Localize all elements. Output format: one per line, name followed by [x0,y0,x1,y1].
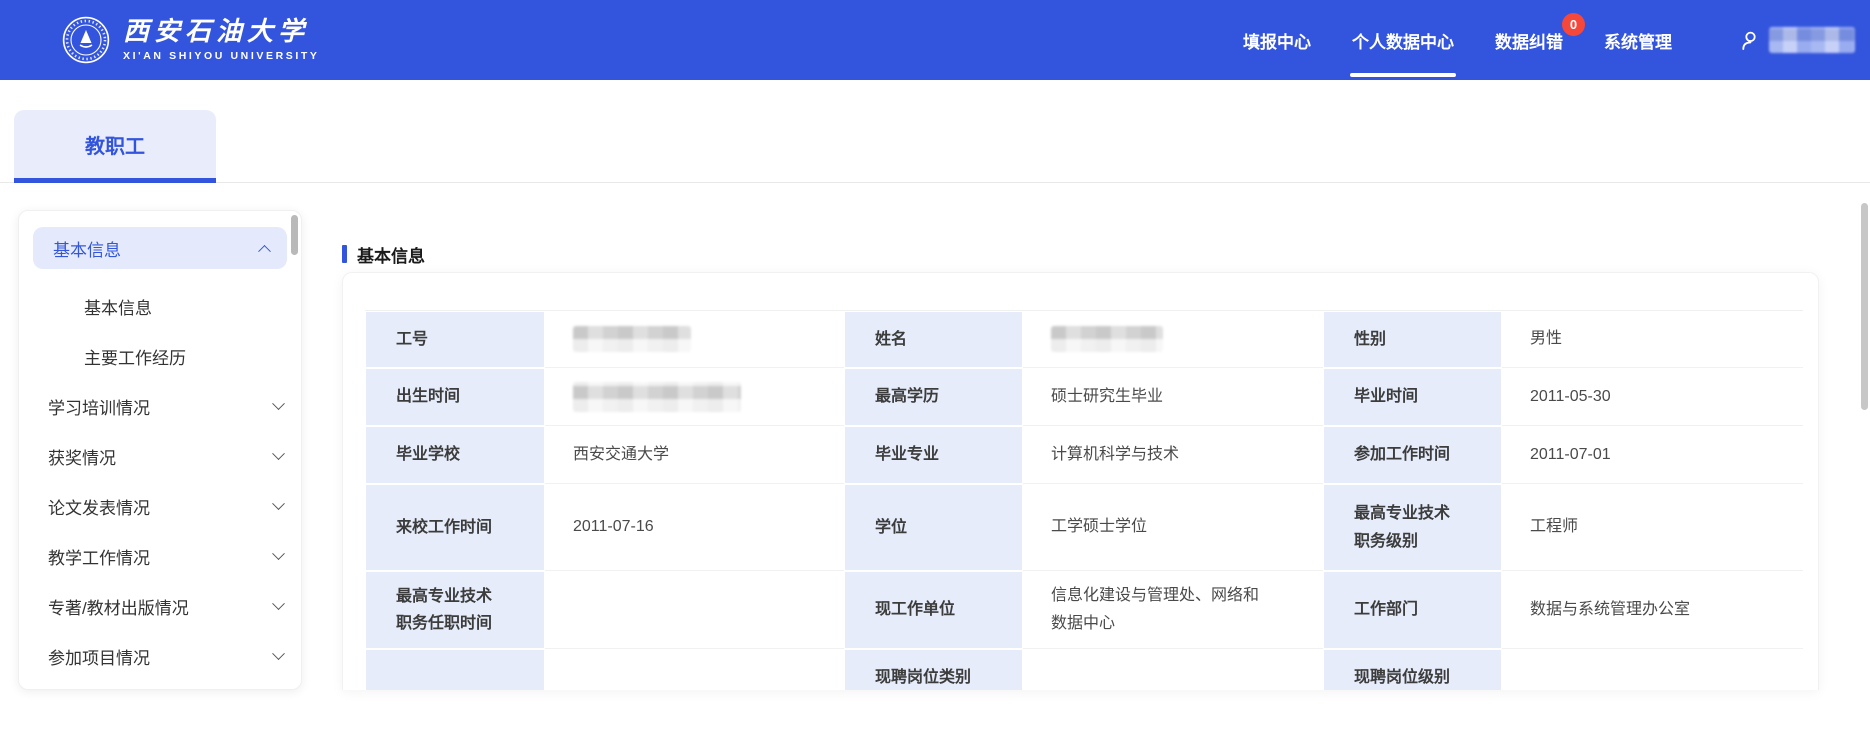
table-label-cell: 学位 [844,484,1023,571]
table-row: 现聘岗位类别 现聘岗位级别 [365,649,1803,690]
chevron-down-icon [272,647,285,660]
table-label-cell: 最高学历 [844,368,1023,426]
sidebar-item-work-history[interactable]: 主要工作经历 [19,331,301,381]
table-label-cell: 现聘岗位类别 [844,649,1023,690]
sidebar-group-awards[interactable]: 获奖情况 [19,431,301,481]
table-label-cell: 出生时间 [365,368,545,426]
tab-strip: 教职工 [0,80,1870,183]
name-blurred [1051,326,1163,352]
section-title-text: 基本信息 [357,242,425,267]
birth-date-blurred [573,382,741,412]
chevron-down-icon [272,497,285,510]
sidebar-item-basic-info[interactable]: 基本信息 [19,281,301,331]
table-value-cell [545,571,844,649]
tab-faculty-staff[interactable]: 教职工 [14,110,216,183]
university-logo: 西安石油大学 XI'AN SHIYOU UNIVERSITY [62,16,319,64]
table-value-cell [1502,649,1803,690]
table-label-cell: 现聘岗位级别 [1323,649,1502,690]
table-label-cell: 毕业时间 [1323,368,1502,426]
university-name: 西安石油大学 [123,19,319,45]
table-label-cell: 性别 [1323,311,1502,368]
sidebar-menu: 基本信息 基本信息 主要工作经历 学习培训情况 获奖情况 论文发表情况 教学工作… [18,210,302,690]
chevron-up-icon [258,244,271,257]
table-label-cell [365,649,545,690]
chevron-down-icon [272,397,285,410]
table-label-cell: 现工作单位 [844,571,1023,649]
table-value-cell: 2011-05-30 [1502,368,1803,426]
content-area: 基本信息 基本信息 主要工作经历 学习培训情况 获奖情况 论文发表情况 教学工作… [0,183,1870,690]
basic-info-card: 工号 姓名 性别 男性 出生时间 最高学历 [342,272,1819,690]
table-label-cell: 姓名 [844,311,1023,368]
table-value-cell: 工程师 [1502,484,1803,571]
table-label-cell: 来校工作时间 [365,484,545,571]
sidebar-group-basic-info[interactable]: 基本信息 [33,227,287,269]
sidebar-group-projects[interactable]: 参加项目情况 [19,631,301,681]
sidebar-group-teaching[interactable]: 教学工作情况 [19,531,301,581]
person-icon [1739,29,1762,52]
table-value-cell: 计算机科学与技术 [1023,426,1323,484]
table-label-cell: 参加工作时间 [1323,426,1502,484]
table-label-cell: 毕业学校 [365,426,545,484]
table-label-cell: 工作部门 [1323,571,1502,649]
sidebar-group-training[interactable]: 学习培训情况 [19,381,301,431]
table-label-cell: 工号 [365,311,545,368]
table-value-cell: 信息化建设与管理处、网络和 数据中心 [1023,571,1323,649]
main-panel: 基本信息 工号 姓名 性别 男性 出生时间 [342,210,1819,690]
table-label-cell: 最高专业技术 职务任职时间 [365,571,545,649]
nav-item-personal-data-center[interactable]: 个人数据中心 [1352,0,1454,80]
table-row: 工号 姓名 性别 男性 [365,311,1803,368]
nav-item-data-correction[interactable]: 数据纠错 0 [1495,0,1563,80]
notification-badge: 0 [1562,13,1585,36]
nav-item-system-management[interactable]: 系统管理 [1604,0,1672,80]
table-value-cell [1023,311,1323,368]
table-row: 毕业学校 西安交通大学 毕业专业 计算机科学与技术 参加工作时间 2011-07… [365,426,1803,484]
table-value-cell: 西安交通大学 [545,426,844,484]
university-name-en: XI'AN SHIYOU UNIVERSITY [123,50,319,62]
table-row: 最高专业技术 职务任职时间 现工作单位 信息化建设与管理处、网络和 数据中心 工… [365,571,1803,649]
sidebar-group-publications[interactable]: 专著/教材出版情况 [19,581,301,631]
table-label-cell: 毕业专业 [844,426,1023,484]
page-scrollbar[interactable] [1861,203,1868,410]
chevron-down-icon [272,447,285,460]
table-value-cell: 硕士研究生毕业 [1023,368,1323,426]
table-value-cell [1023,649,1323,690]
chevron-down-icon [272,547,285,560]
main-nav: 填报中心 个人数据中心 数据纠错 0 系统管理 [1243,0,1855,80]
section-title: 基本信息 [342,243,1819,265]
table-value-cell: 2011-07-01 [1502,426,1803,484]
top-navbar: 西安石油大学 XI'AN SHIYOU UNIVERSITY 填报中心 个人数据… [0,0,1870,80]
university-seal-icon [62,16,110,64]
table-value-cell: 2011-07-16 [545,484,844,571]
username-blurred [1769,27,1855,53]
employee-id-blurred [573,326,691,352]
table-value-cell [545,368,844,426]
table-value-cell: 工学硕士学位 [1023,484,1323,571]
table-value-cell [545,311,844,368]
table-value-cell: 数据与系统管理办公室 [1502,571,1803,649]
table-label-cell: 最高专业技术 职务级别 [1323,484,1502,571]
table-row: 出生时间 最高学历 硕士研究生毕业 毕业时间 2011-05-30 [365,368,1803,426]
title-accent-bar [342,245,347,263]
sidebar-scrollbar[interactable] [291,215,298,255]
chevron-down-icon [272,597,285,610]
nav-item-report-center[interactable]: 填报中心 [1243,0,1311,80]
sidebar-group-papers[interactable]: 论文发表情况 [19,481,301,531]
user-menu[interactable] [1739,27,1855,53]
table-value-cell [545,649,844,690]
basic-info-table: 工号 姓名 性别 男性 出生时间 最高学历 [365,310,1803,690]
table-value-cell: 男性 [1502,311,1803,368]
table-row: 来校工作时间 2011-07-16 学位 工学硕士学位 最高专业技术 职务级别 … [365,484,1803,571]
